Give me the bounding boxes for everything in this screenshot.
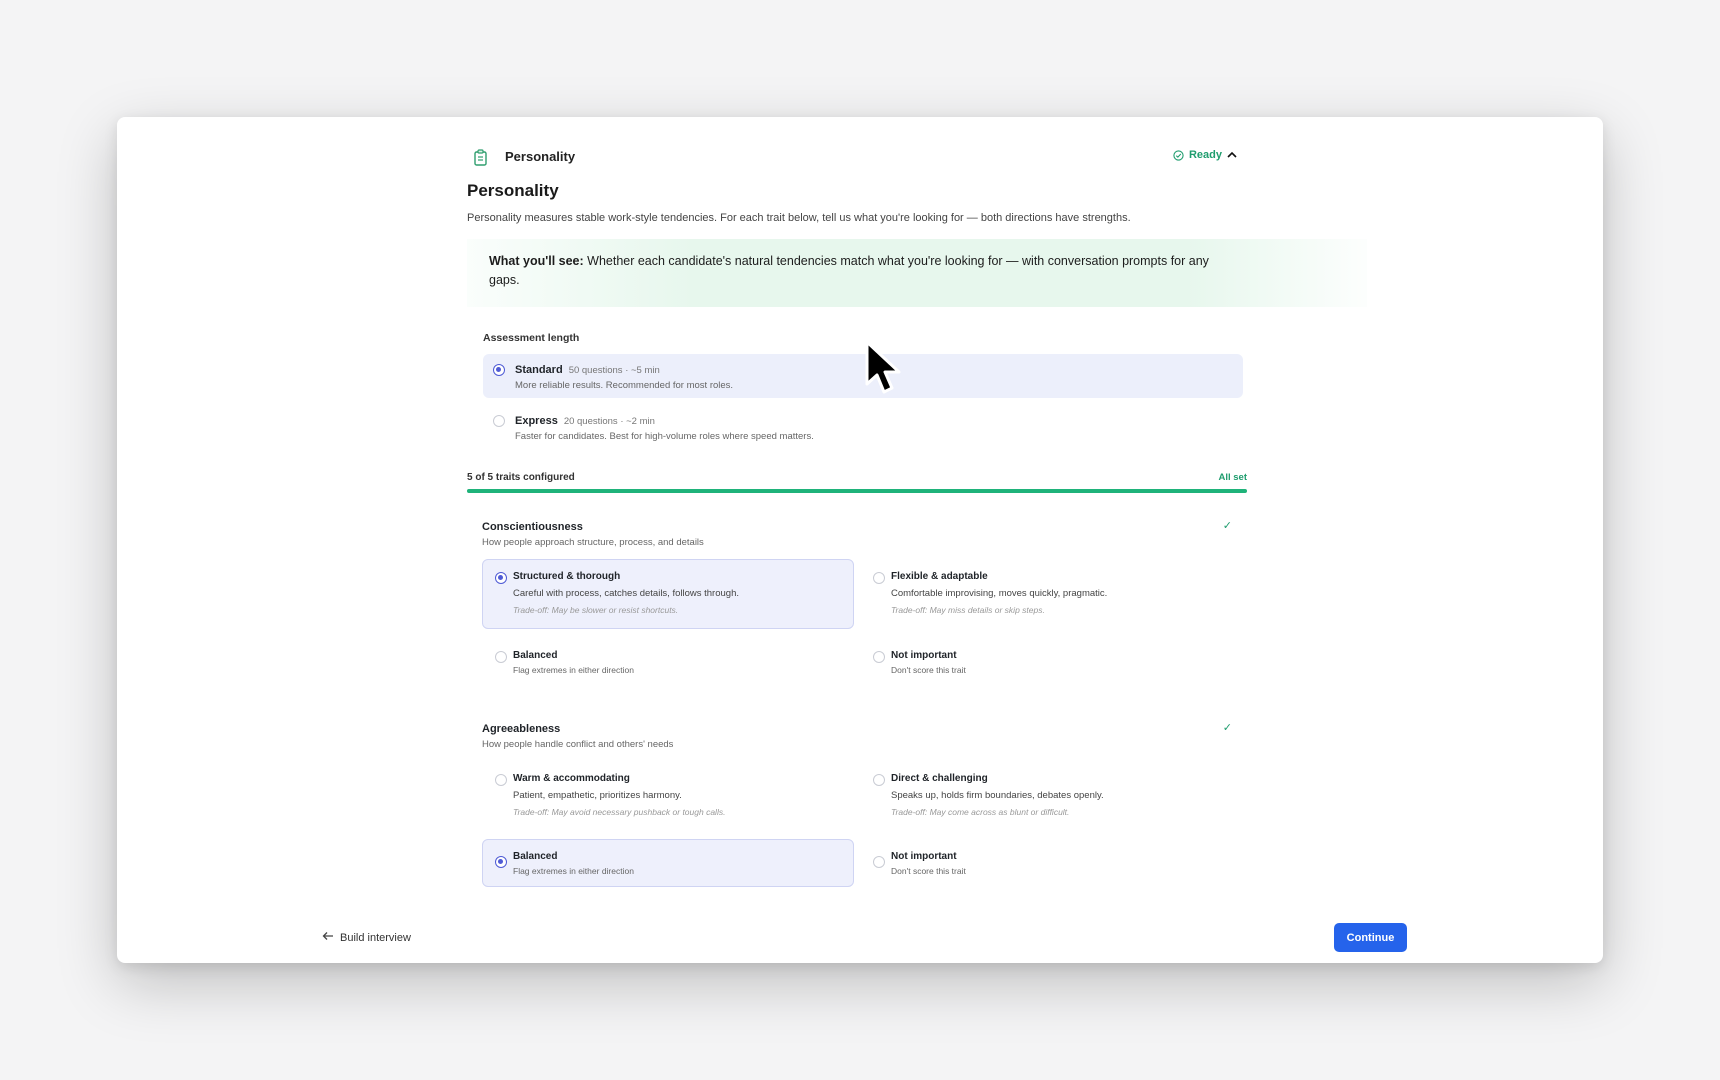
choice-description: Careful with process, catches details, f… [513, 588, 739, 599]
choice-title: Balanced [513, 851, 558, 862]
choice-tradeoff: Trade-off: May miss details or skip step… [891, 605, 1045, 615]
option-name: Standard [515, 364, 563, 376]
trait-name: Agreeableness [482, 723, 561, 735]
option-name: Express [515, 415, 558, 427]
length-option-standard[interactable]: Standard 50 questions · ~5 min More relia… [483, 354, 1243, 398]
ready-status-label: Ready [1188, 149, 1222, 161]
footer-bar: Build interview Continue [117, 917, 1603, 963]
choice-structured-thorough[interactable]: Structured & thorough Careful with proce… [482, 559, 854, 629]
progress-bar-fill [467, 489, 1247, 493]
chevron-up-icon [1227, 151, 1237, 159]
choice-balanced[interactable]: Balanced Flag extremes in either directi… [482, 839, 854, 887]
radio-unselected[interactable] [873, 651, 885, 663]
choice-not-important[interactable]: Not important Don't score this trait [860, 839, 1232, 887]
page-intro: Personality measures stable work-style t… [467, 212, 1131, 224]
option-description: More reliable results. Recommended for m… [515, 380, 734, 391]
trait-description: How people handle conflict and others' n… [482, 739, 674, 750]
app-window: Personality Ready Personality Personalit… [117, 117, 1603, 963]
radio-unselected[interactable] [873, 856, 885, 868]
choice-direct-challenging[interactable]: Direct & challenging Speaks up, holds fi… [860, 761, 1232, 831]
banner-text: Whether each candidate's natural tendenc… [489, 254, 1209, 287]
back-button-label: Build interview [340, 931, 411, 944]
choice-title: Not important [891, 851, 957, 862]
assessment-length-label: Assessment length [483, 332, 580, 344]
progress-label: 5 of 5 traits configured [467, 472, 575, 483]
trait-description: How people approach structure, process, … [482, 537, 704, 548]
section-header-title: Personality [505, 149, 576, 164]
radio-unselected[interactable] [495, 651, 507, 663]
page-title: Personality [467, 181, 559, 200]
choice-description: Patient, empathetic, prioritizes harmony… [513, 790, 682, 801]
choice-not-important[interactable]: Not important Don't score this trait [860, 638, 1232, 682]
choice-description: Speaks up, holds firm boundaries, debate… [891, 790, 1104, 801]
radio-selected[interactable] [495, 572, 507, 584]
radio-unselected[interactable] [873, 572, 885, 584]
choice-title: Flexible & adaptable [891, 571, 988, 582]
choice-balanced[interactable]: Balanced Flag extremes in either directi… [482, 638, 854, 682]
radio-unselected[interactable] [873, 774, 885, 786]
trait-complete-check-icon: ✓ [1222, 722, 1232, 734]
progress-bar [467, 489, 1247, 493]
choice-flexible-adaptable[interactable]: Flexible & adaptable Comfortable improvi… [860, 559, 1232, 629]
choice-description: Flag extremes in either direction [513, 665, 634, 675]
option-meta: 50 questions · ~5 min [568, 365, 660, 376]
choice-tradeoff: Trade-off: May be slower or resist short… [513, 605, 679, 615]
choice-description: Flag extremes in either direction [513, 866, 634, 876]
choice-tradeoff: Trade-off: May come across as blunt or d… [891, 807, 1070, 817]
option-description: Faster for candidates. Best for high-vol… [515, 431, 814, 442]
radio-unselected[interactable] [495, 774, 507, 786]
ready-status-toggle[interactable]: Ready [1173, 149, 1237, 161]
choice-title: Direct & challenging [891, 773, 988, 784]
mouse-pointer-icon [864, 340, 904, 396]
section-header: Personality Ready [467, 147, 1247, 173]
choice-warm-accommodating[interactable]: Warm & accommodating Patient, empathetic… [482, 761, 854, 831]
choice-description: Don't score this trait [891, 866, 966, 876]
banner-lead: What you'll see: [489, 254, 584, 268]
radio-selected[interactable] [493, 364, 505, 376]
radio-unselected[interactable] [493, 415, 505, 427]
continue-button[interactable]: Continue [1334, 923, 1407, 952]
choice-tradeoff: Trade-off: May avoid necessary pushback … [513, 807, 726, 817]
choice-title: Balanced [513, 650, 558, 661]
progress-status: All set [1218, 472, 1247, 483]
trait-name: Conscientiousness [482, 521, 583, 533]
info-banner: What you'll see: Whether each candidate'… [467, 239, 1367, 307]
radio-selected[interactable] [495, 856, 507, 868]
choice-title: Warm & accommodating [513, 773, 630, 784]
arrow-left-icon [322, 931, 334, 944]
choice-description: Don't score this trait [891, 665, 966, 675]
trait-complete-check-icon: ✓ [1222, 520, 1232, 532]
choice-title: Structured & thorough [513, 571, 621, 582]
clipboard-icon [473, 149, 489, 167]
choice-title: Not important [891, 650, 957, 661]
option-meta: 20 questions · ~2 min [563, 416, 655, 427]
length-option-express[interactable]: Express 20 questions · ~2 min Faster for … [483, 405, 1243, 449]
choice-description: Comfortable improvising, moves quickly, … [891, 588, 1108, 599]
check-circle-icon [1173, 149, 1184, 161]
back-button[interactable]: Build interview [322, 931, 411, 944]
